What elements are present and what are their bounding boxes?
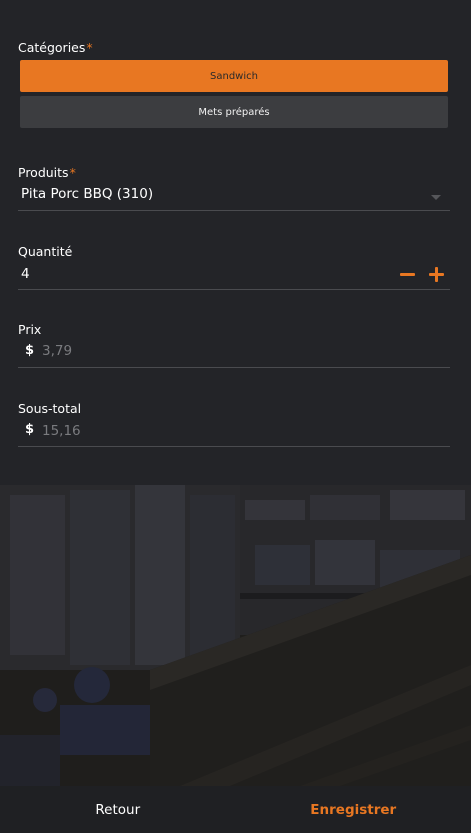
plus-icon[interactable] bbox=[427, 264, 447, 284]
minus-icon[interactable] bbox=[398, 264, 418, 284]
category-option-sandwich[interactable]: Sandwich bbox=[20, 60, 448, 92]
price-field: 3,79 bbox=[42, 343, 73, 359]
price-label: Prix bbox=[18, 322, 42, 337]
categories-label: Catégories* bbox=[18, 40, 93, 55]
products-label: Produits* bbox=[18, 165, 76, 180]
price-currency: $ bbox=[25, 343, 35, 358]
quantity-input[interactable]: 4 bbox=[21, 266, 30, 282]
save-button[interactable]: Enregistrer bbox=[236, 786, 471, 833]
quantity-label: Quantité bbox=[18, 244, 73, 259]
required-asterisk: * bbox=[86, 40, 93, 55]
required-asterisk: * bbox=[69, 165, 76, 180]
back-button[interactable]: Retour bbox=[0, 786, 236, 833]
subtotal-field: 15,16 bbox=[42, 423, 81, 439]
subtotal-label: Sous-total bbox=[18, 401, 82, 416]
order-line-form: Catégories* Sandwich Mets préparés Produ… bbox=[0, 0, 471, 485]
product-select[interactable]: Pita Porc BBQ (310) bbox=[21, 186, 153, 202]
subtotal-currency: $ bbox=[25, 422, 35, 437]
category-option-mets-prepares[interactable]: Mets préparés bbox=[20, 96, 448, 128]
quantity-underline bbox=[18, 289, 450, 290]
product-underline bbox=[18, 210, 450, 211]
store-background-image bbox=[0, 485, 471, 786]
subtotal-underline bbox=[18, 446, 450, 447]
chevron-down-icon[interactable] bbox=[431, 195, 441, 200]
price-underline bbox=[18, 367, 450, 368]
bottom-action-bar: Retour Enregistrer bbox=[0, 786, 471, 833]
